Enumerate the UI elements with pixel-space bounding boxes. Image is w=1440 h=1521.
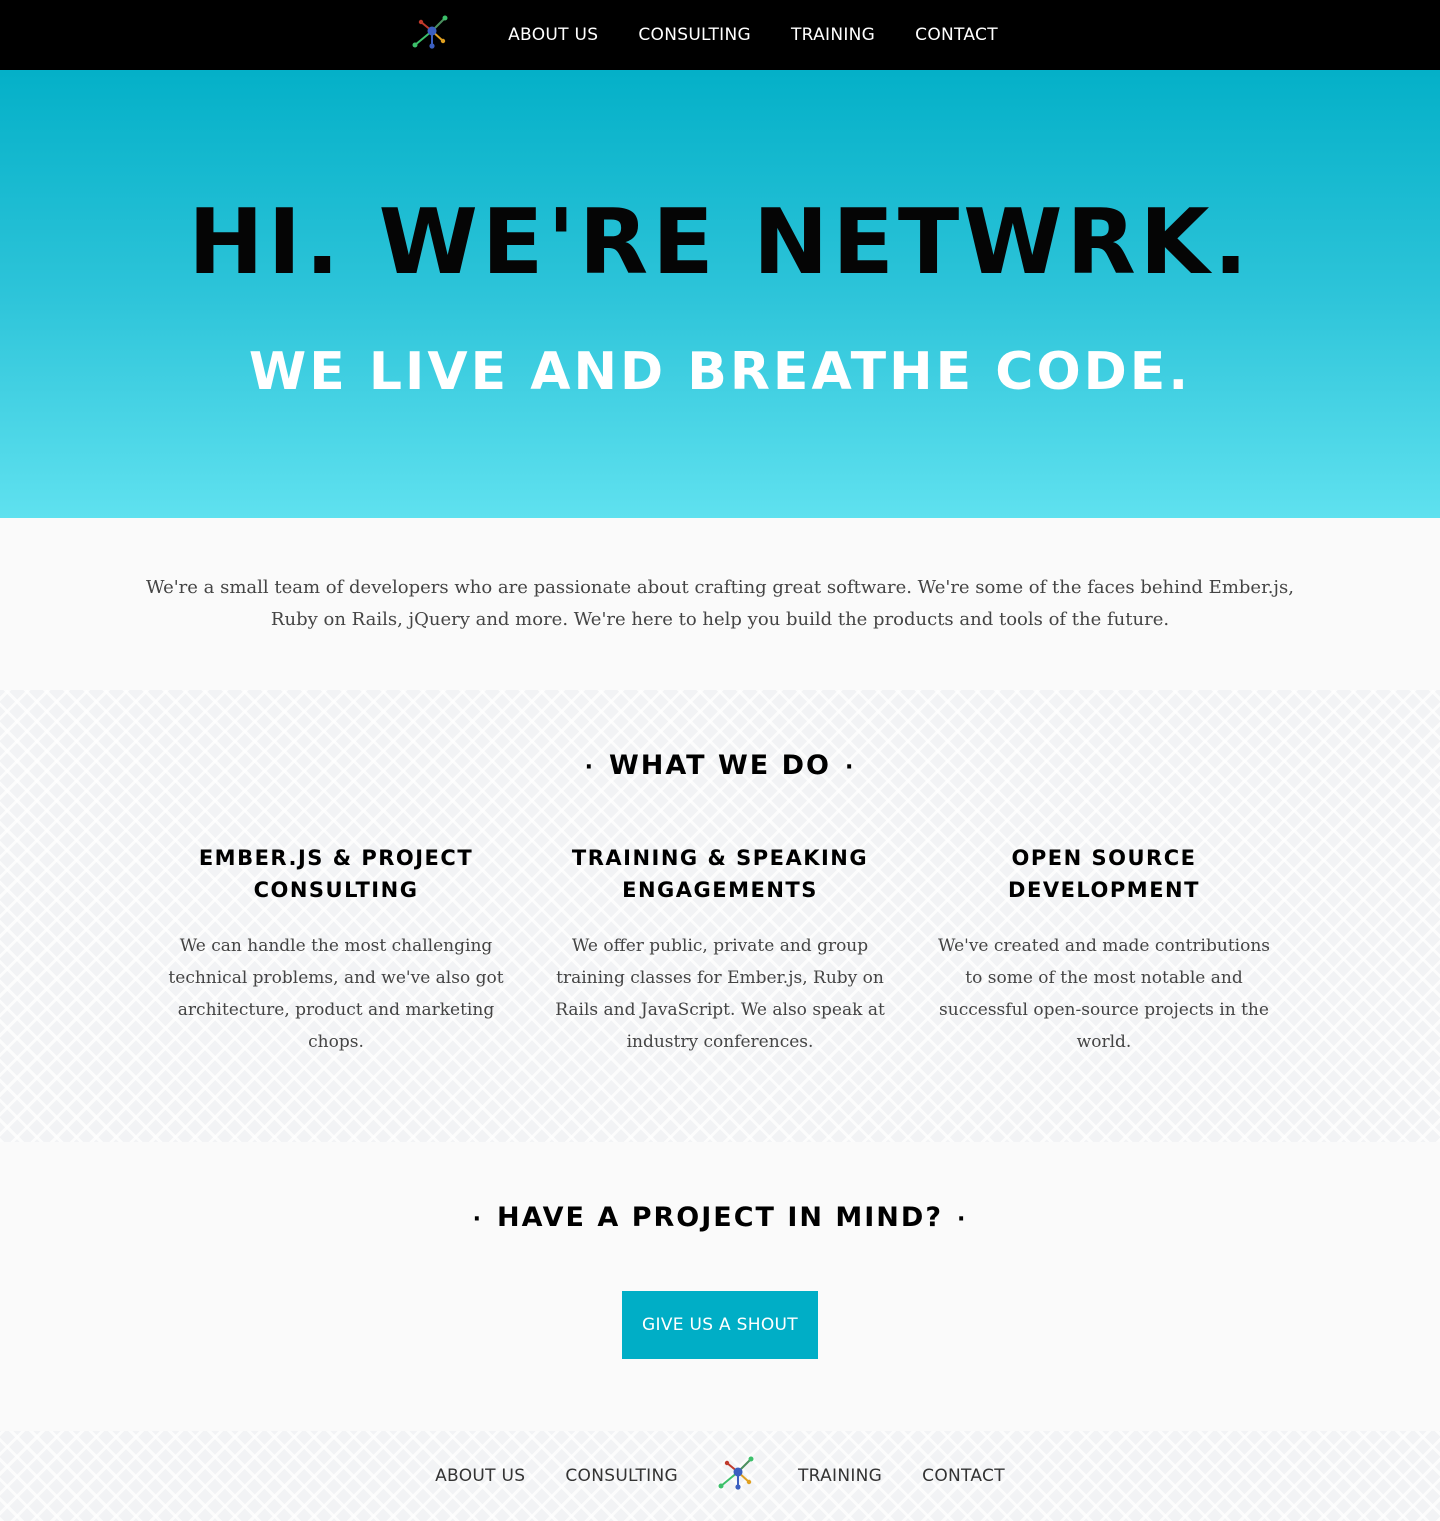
service-description: We can handle the most challenging techn… [168,936,504,1052]
services-section: · WHAT WE DO · EMBER.JS & PROJECT CONSULTI… [0,690,1440,1142]
hero-subtitle: WE LIVE AND BREATHE CODE. [248,342,1192,402]
give-us-a-shout-button[interactable]: GIVE US A SHOUT [622,1291,818,1359]
service-card-consulting: EMBER.JS & PROJECT CONSULTING We can han… [166,842,506,1058]
nav-link-consulting[interactable]: CONSULTING [638,25,751,45]
footer-link-about-us[interactable]: ABOUT US [435,1466,525,1486]
nav-link-training[interactable]: TRAINING [791,25,875,45]
intro-section: We're a small team of developers who are… [0,518,1440,690]
footer-link-training[interactable]: TRAINING [798,1466,882,1486]
service-card-open-source: OPEN SOURCE DEVELOPMENT We've created an… [934,842,1274,1058]
nav-link-contact[interactable]: CONTACT [915,25,998,45]
service-description: We offer public, private and group train… [555,936,885,1052]
service-description: We've created and made contributions to … [938,936,1270,1052]
cta-title: HAVE A PROJECT IN MIND? [497,1202,943,1233]
service-card-training: TRAINING & SPEAKING ENGAGEMENTS We offer… [550,842,890,1058]
top-navigation: ABOUT US CONSULTING TRAINING CONTACT [0,0,1440,70]
service-title: OPEN SOURCE DEVELOPMENT [1008,846,1200,902]
hero-banner: HI. WE'RE NETWRK. WE LIVE AND BREATHE CO… [0,70,1440,518]
service-title: EMBER.JS & PROJECT CONSULTING [198,846,474,902]
nav-link-about-us[interactable]: ABOUT US [508,25,598,45]
intro-text: We're a small team of developers who are… [146,577,1294,630]
footer-navigation: ABOUT US CONSULTING TRAINING CONTACT [0,1431,1440,1521]
heading-dot: · [584,755,595,780]
cta-section: · HAVE A PROJECT IN MIND? · GIVE US A SHOU… [0,1142,1440,1431]
hero-title: HI. WE'RE NETWRK. [188,190,1252,295]
cta-heading: · HAVE A PROJECT IN MIND? · [0,1202,1440,1233]
footer-link-contact[interactable]: CONTACT [922,1466,1005,1486]
footer-link-consulting[interactable]: CONSULTING [565,1466,678,1486]
network-logo-icon[interactable] [412,15,452,55]
services-title: WHAT WE DO [609,750,831,781]
heading-dot: · [472,1207,483,1232]
heading-dot: · [956,1207,968,1232]
heading-dot: · [845,755,856,780]
services-heading: · WHAT WE DO · [0,750,1440,781]
network-logo-icon[interactable] [718,1456,758,1496]
service-title: TRAINING & SPEAKING ENGAGEMENTS [571,846,869,902]
